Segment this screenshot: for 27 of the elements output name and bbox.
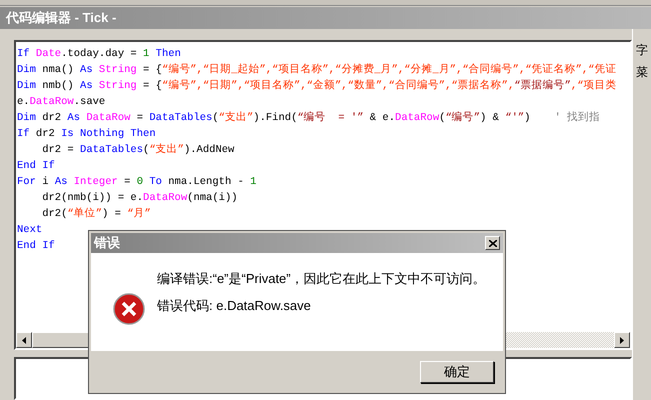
code-line: If dr2 Is Nothing Then <box>17 127 156 142</box>
scroll-left-button[interactable] <box>16 332 32 348</box>
error-message: 编译错误:“e”是“Private”，因此它在此上下文中不可访问。 <box>157 271 487 286</box>
right-arrow-icon <box>620 336 624 344</box>
code-line: Dim nmb() As String = {“编号”,“日期”,“项目名称”,“金额”,“数量”,“合同编号”,“票据名称”,“票据编号”,“项目类 <box>17 78 616 94</box>
window-title: 代码编辑器 - Tick - <box>6 9 116 28</box>
code-line: End If <box>17 159 55 174</box>
code-line: e.DataRow.save <box>17 95 106 110</box>
side-panel-label: 菜 <box>636 65 649 79</box>
code-line: Dim dr2 As DataRow = DataTables(“支出”).Find(“编号 = '” & e.DataRow(“编号”) & “'”) ' 找到指 <box>17 110 600 126</box>
dialog-title: 错误 <box>94 234 120 252</box>
code-line: Next <box>17 223 42 238</box>
close-icon <box>488 240 496 246</box>
error-icon <box>113 293 145 325</box>
ok-button[interactable]: 确定 <box>420 361 494 383</box>
code-line: End If <box>17 239 55 254</box>
code-line: dr2 = DataTables(“支出”).AddNew <box>41 142 234 158</box>
code-line: dr2(nmb(i)) = e.DataRow(nma(i)) <box>41 191 238 206</box>
code-line: For i As Integer = 0 To nma.Length - 1 <box>17 175 256 190</box>
code-line: If Date.today.day = 1 Then <box>17 47 181 62</box>
close-button[interactable] <box>485 236 500 250</box>
error-code: 错误代码: e.DataRow.save <box>157 297 312 315</box>
code-line: dr2(“单位”) = “月” <box>41 206 151 222</box>
code-line: Dim nma() As String = {“编号”,“日期_起始”,“项目名称”,“分摊费_月”,“分摊_月”,“合同编号”,“凭证名称”,“凭证 <box>17 62 616 78</box>
left-arrow-icon <box>22 336 26 344</box>
scroll-right-button[interactable] <box>614 332 630 348</box>
side-panel-label: 字 <box>636 43 649 57</box>
